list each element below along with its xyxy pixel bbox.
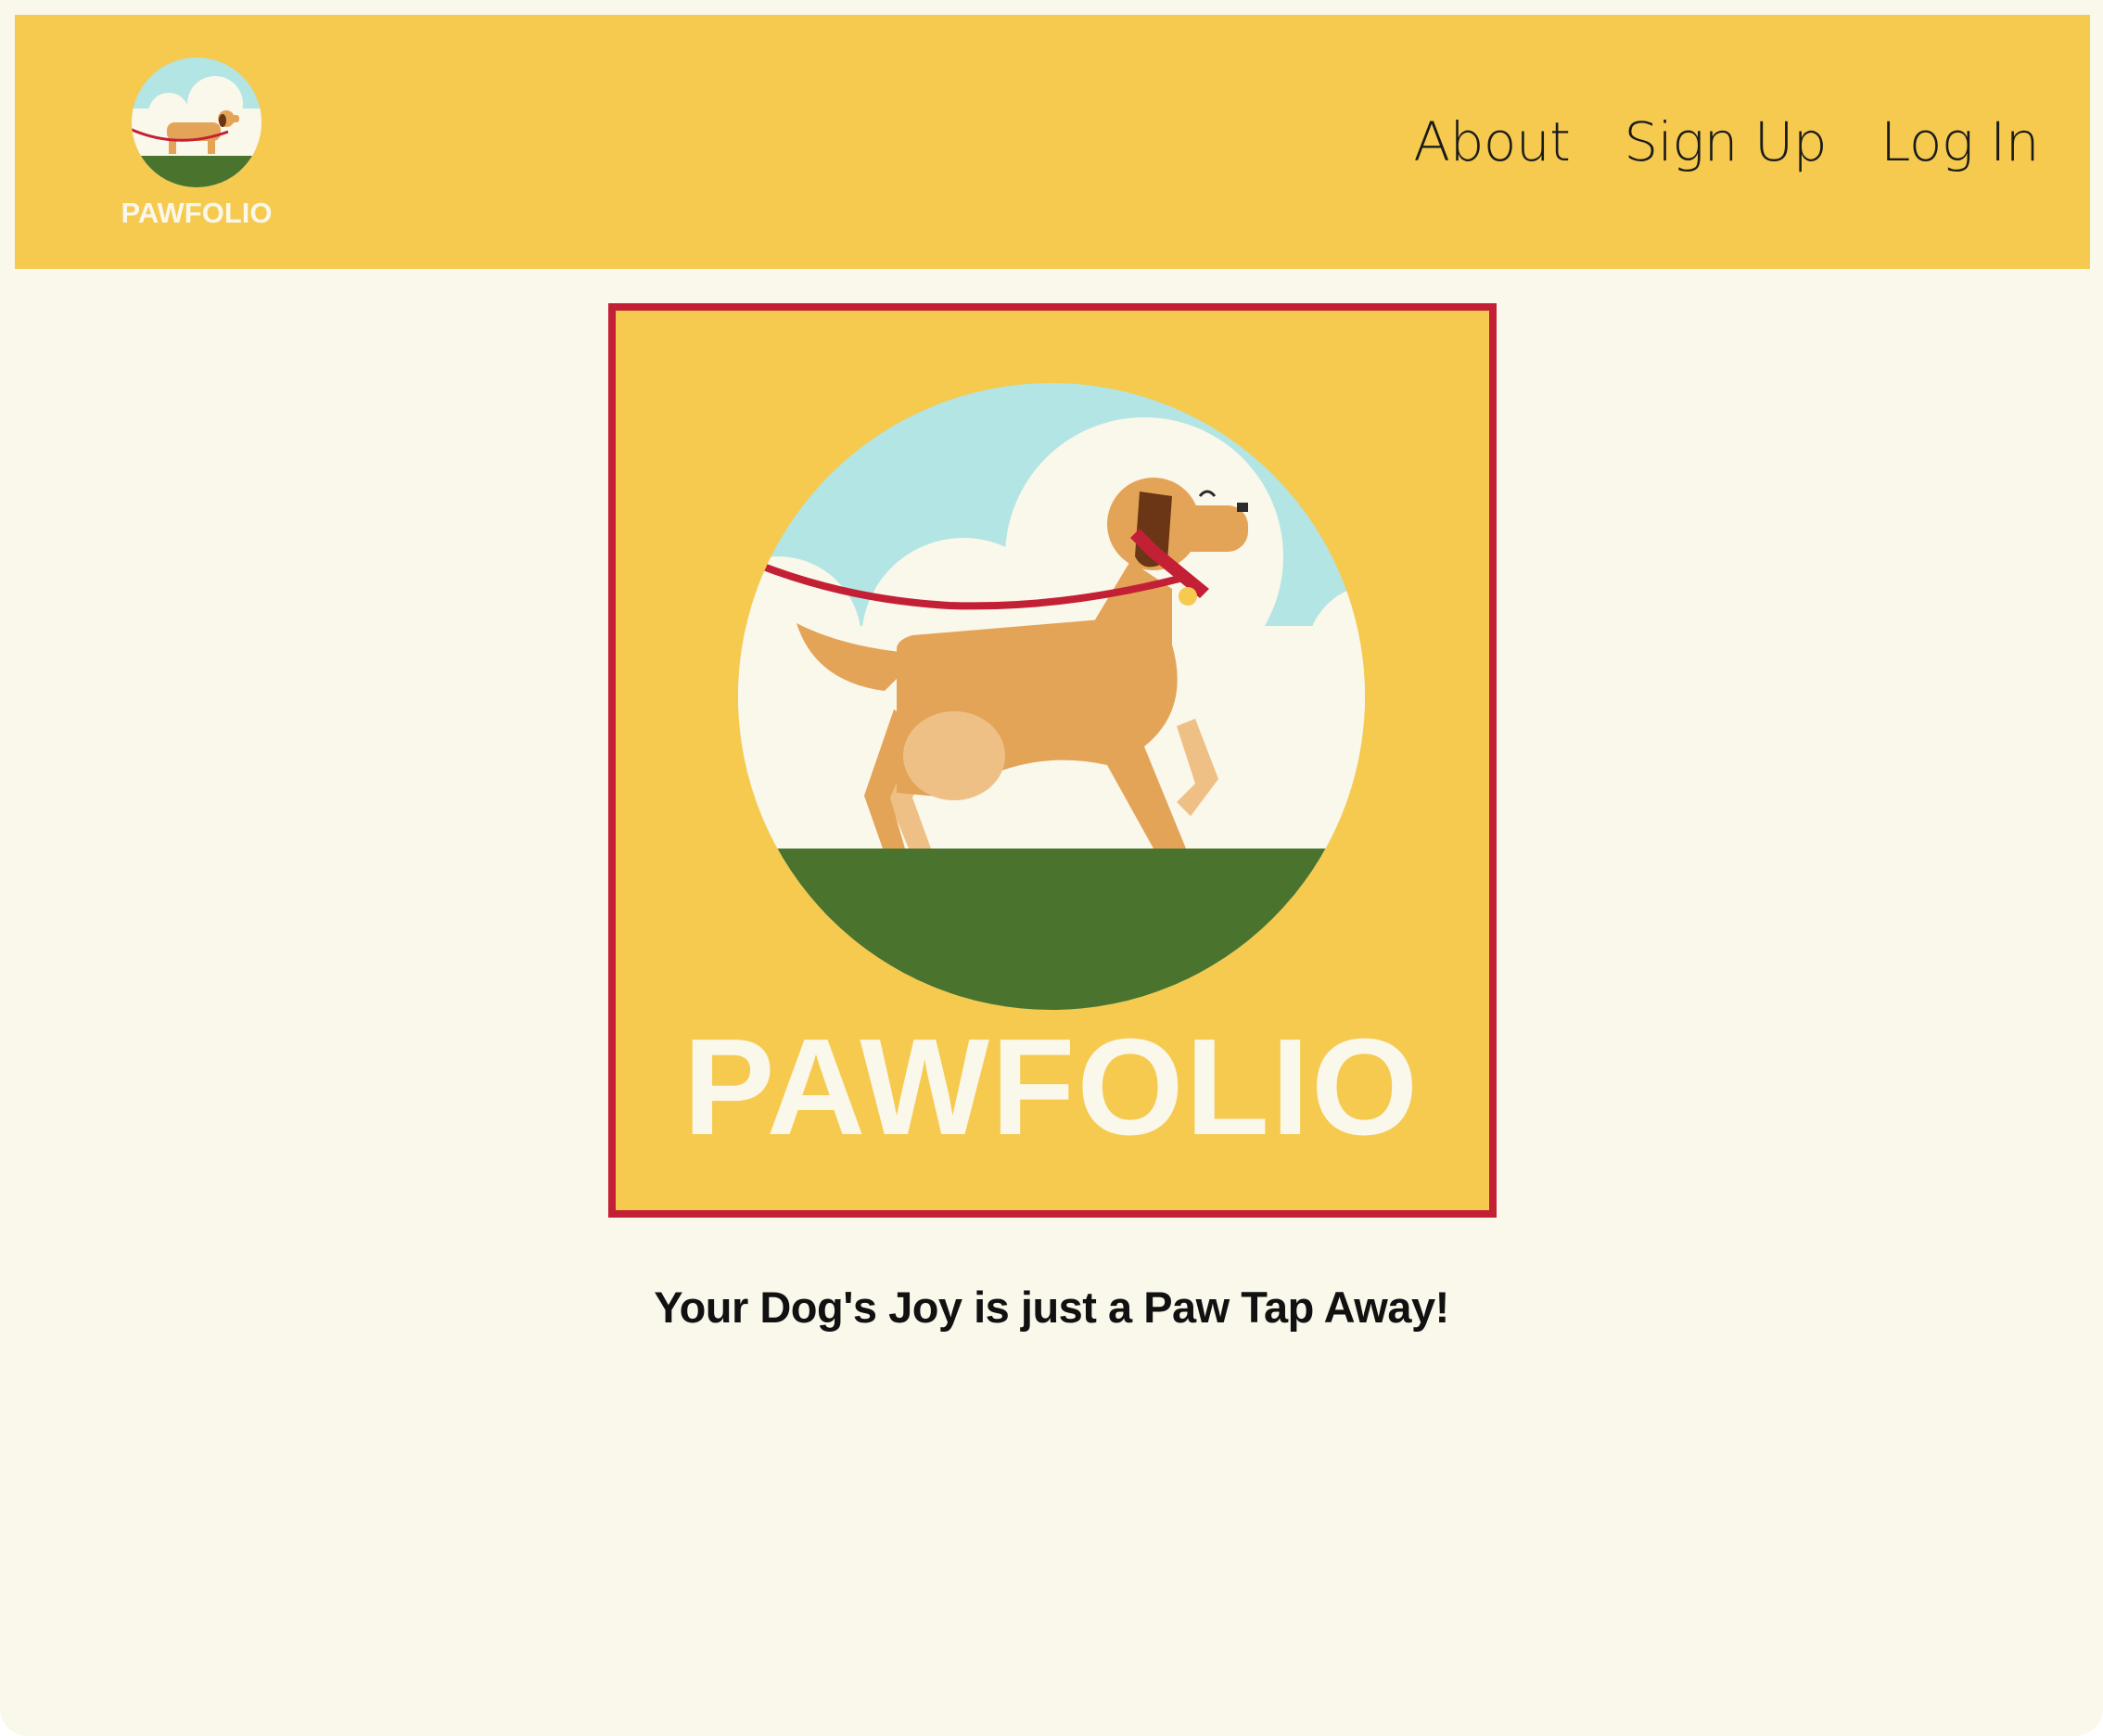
nav-link-about[interactable]: About xyxy=(1413,110,1570,173)
nav-link-log-in[interactable]: Log In xyxy=(1880,110,2039,173)
hero-tagline: Your Dog's Joy is just a Paw Tap Away! xyxy=(654,1283,1449,1332)
hero-dog-illustration: PAWFOLIO xyxy=(683,383,1420,1164)
nav-menu: About Sign Up Log In xyxy=(1413,15,2039,269)
nav-link-sign-up[interactable]: Sign Up xyxy=(1624,110,1827,173)
pawfolio-logo[interactable]: PAWFOLIO xyxy=(104,57,289,243)
logo-wordmark: PAWFOLIO xyxy=(121,197,272,229)
hero-wordmark: PAWFOLIO xyxy=(683,1011,1420,1164)
top-navbar: PAWFOLIO About Sign Up Log In xyxy=(15,15,2090,269)
app-window: PAWFOLIO About Sign Up Log In PAWFOLIO Y… xyxy=(0,0,2103,1736)
hero-logo-frame: PAWFOLIO xyxy=(608,303,1497,1218)
